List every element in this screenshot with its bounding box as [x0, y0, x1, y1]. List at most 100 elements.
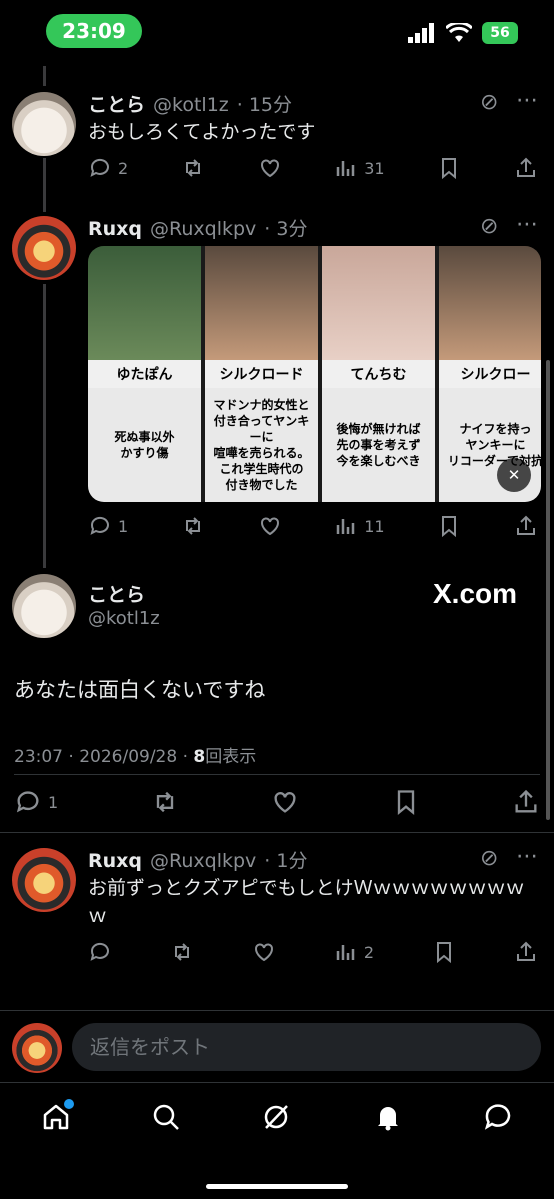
bookmark-icon — [437, 942, 451, 964]
reply-button[interactable]: 1 — [88, 514, 128, 538]
reply-bar — [0, 1010, 554, 1082]
reply-button[interactable] — [88, 940, 112, 964]
repost-button[interactable] — [181, 156, 205, 180]
card-name: てんちむ — [322, 360, 435, 388]
views-icon — [337, 519, 355, 534]
avatar[interactable] — [12, 848, 76, 912]
thread-line — [43, 66, 46, 86]
more-options-icon[interactable]: ⋯ — [516, 88, 538, 113]
grok-icon — [264, 1105, 288, 1129]
reply-input[interactable] — [72, 1023, 541, 1071]
heart-icon — [274, 792, 296, 813]
like-button[interactable] — [258, 156, 282, 180]
reply-count: 2 — [118, 158, 129, 178]
display-name[interactable]: Ruxq — [88, 850, 142, 872]
grok-icon[interactable]: ⊘ — [480, 214, 498, 239]
share-icon — [516, 941, 535, 961]
reply-button[interactable]: 2 — [88, 156, 128, 180]
battery-indicator: 56 — [482, 22, 518, 44]
avatar[interactable] — [12, 574, 76, 638]
thread-line — [43, 284, 46, 568]
scrollbar[interactable] — [546, 360, 550, 820]
thread-line — [43, 158, 46, 212]
mute-icon[interactable]: ✕ — [497, 458, 531, 492]
view-label: 回表示 — [205, 747, 257, 767]
card-quote: マドンナ的女性と 付き合ってヤンキーに 喧嘩を売られる。 これ学生時代の 付き物… — [205, 388, 318, 502]
tab-notifications[interactable] — [368, 1097, 408, 1137]
bookmark-button[interactable] — [437, 514, 461, 538]
grok-icon[interactable]: ⊘ — [480, 846, 498, 871]
avatar[interactable] — [12, 92, 76, 156]
share-icon — [516, 515, 535, 535]
tweet-media[interactable]: ゆたぽん 死ぬ事以外 かすり傷 シルクロード マドンナ的女性と 付き合ってヤンキ… — [88, 246, 541, 502]
timestamp: 23:07 · 2026/09/28 · — [14, 747, 194, 767]
share-button[interactable] — [514, 940, 538, 964]
person-photo — [322, 246, 435, 360]
repost-button[interactable] — [151, 788, 179, 816]
grok-icon[interactable]: ⊘ — [480, 90, 498, 115]
display-name[interactable]: ことら — [88, 580, 145, 607]
card-quote: 後悔が無ければ 先の事を考えず 今を楽しむべき — [322, 388, 435, 502]
person-photo — [205, 246, 318, 360]
share-button[interactable] — [514, 156, 538, 180]
divider — [14, 774, 540, 775]
tweet-header: ことら @kotl1z · 15分 — [88, 90, 292, 117]
repost-button[interactable] — [181, 514, 205, 538]
bottom-tab-bar — [0, 1082, 554, 1199]
reply-icon — [16, 791, 39, 813]
status-bar: 23:09 56 — [0, 0, 554, 66]
tab-home[interactable] — [36, 1097, 76, 1137]
like-button[interactable] — [271, 788, 299, 816]
tab-messages[interactable] — [478, 1097, 518, 1137]
card-name: シルクロード — [205, 360, 318, 388]
bookmark-button[interactable] — [432, 940, 456, 964]
tweet-header: Ruxq @Ruxqlkpv · 3分 — [88, 214, 307, 241]
views-button[interactable]: 2 — [334, 940, 374, 964]
tab-search[interactable] — [146, 1097, 186, 1137]
tweet-meta: 23:07 · 2026/09/28 · 8回表示 — [14, 742, 256, 767]
views-icon — [337, 161, 355, 176]
main-tweet-text: あなたは面白くないですね — [14, 678, 266, 702]
view-count: 11 — [364, 516, 385, 536]
tweet-time: · 1分 — [264, 850, 308, 872]
more-options-icon[interactable]: ⋯ — [516, 212, 538, 237]
views-button[interactable]: 31 — [334, 156, 385, 180]
notifications-icon — [378, 1107, 398, 1131]
view-count: 31 — [364, 158, 385, 178]
bookmark-button[interactable] — [437, 156, 461, 180]
bookmark-icon — [442, 158, 457, 180]
repost-button[interactable] — [170, 940, 194, 964]
views-icon — [336, 945, 355, 960]
person-photo — [439, 246, 541, 360]
divider — [0, 832, 554, 833]
share-button[interactable] — [512, 788, 540, 816]
share-icon — [515, 789, 537, 813]
share-icon — [516, 157, 535, 177]
messages-icon — [484, 1104, 511, 1130]
like-button[interactable] — [252, 940, 276, 964]
repost-icon — [185, 517, 200, 535]
like-button[interactable] — [258, 514, 282, 538]
card-name: ゆたぽん — [88, 360, 201, 388]
notification-dot — [64, 1099, 74, 1109]
view-count: 2 — [363, 942, 375, 962]
user-handle[interactable]: @kotl1z — [153, 94, 229, 116]
user-handle[interactable]: @Ruxqlkpv — [150, 218, 256, 240]
reply-button[interactable]: 1 — [14, 788, 58, 816]
display-name[interactable]: ことら — [88, 90, 145, 117]
repost-icon — [185, 159, 200, 177]
user-handle[interactable]: @kotl1z — [88, 608, 160, 629]
share-button[interactable] — [514, 514, 538, 538]
status-icons: 56 — [408, 22, 518, 44]
bookmark-button[interactable] — [392, 788, 420, 816]
main-tweet-actions: 1 — [14, 786, 540, 818]
more-options-icon[interactable]: ⋯ — [516, 844, 538, 869]
tweet-time: · 3分 — [264, 218, 308, 240]
tweet-header: Ruxq @Ruxqlkpv · 1分 — [88, 846, 307, 873]
tab-grok[interactable] — [256, 1097, 296, 1137]
heart-icon — [254, 943, 273, 962]
user-handle[interactable]: @Ruxqlkpv — [150, 850, 256, 872]
avatar[interactable] — [12, 216, 76, 280]
display-name[interactable]: Ruxq — [88, 218, 142, 240]
views-button[interactable]: 11 — [334, 514, 385, 538]
